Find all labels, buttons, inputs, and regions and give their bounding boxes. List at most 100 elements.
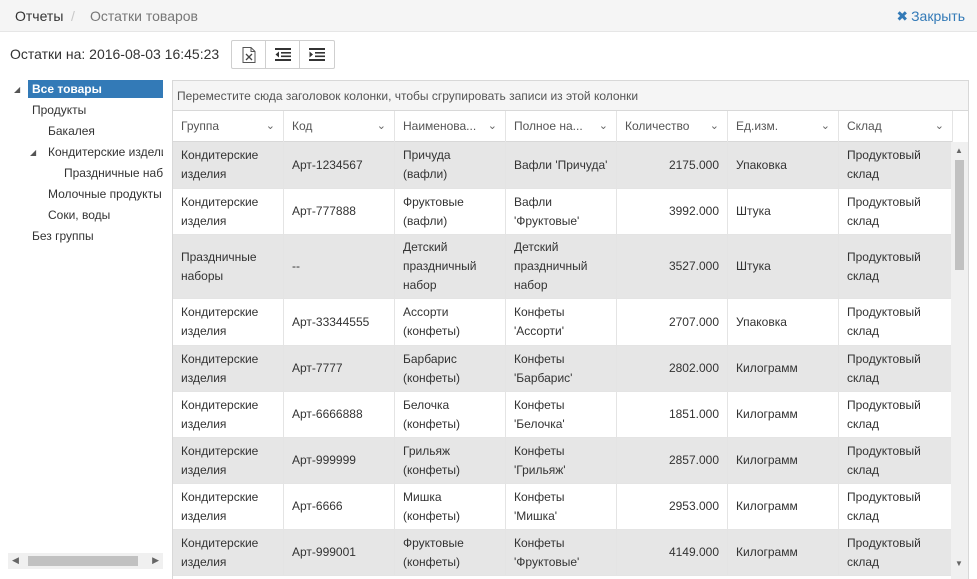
column-header-code[interactable]: Код ⌄ [284, 111, 395, 142]
close-icon: ✖ [896, 8, 909, 24]
cell-full-name: Вафли 'Фруктовые' [506, 189, 617, 234]
collapse-icon[interactable]: ◢ [30, 148, 36, 157]
tree-item-all[interactable]: Все товары [28, 80, 163, 98]
chevron-down-icon[interactable]: ⌄ [710, 111, 719, 142]
export-excel-button[interactable] [232, 41, 266, 68]
column-header-group[interactable]: Группа ⌄ [173, 111, 284, 142]
category-tree: Все товары ◢ Продукты Бакалея ◢ Кондитер… [8, 80, 163, 560]
cell-unit: Штука [728, 189, 839, 234]
table-row[interactable]: Кондитерские изделия Арт-777888 Фруктовы… [173, 189, 953, 235]
cell-group: Кондитерские изделия [173, 438, 284, 483]
cell-code: Арт-6666 [284, 484, 395, 529]
column-header-warehouse[interactable]: Склад ⌄ [839, 111, 953, 142]
cell-code: Арт-33344555 [284, 299, 395, 345]
cell-code: -- [284, 235, 395, 298]
column-label: Группа [181, 119, 220, 133]
column-header-name[interactable]: Наименова... ⌄ [395, 111, 506, 142]
cell-unit: Штука [728, 235, 839, 298]
group-panel[interactable]: Переместите сюда заголовок колонки, чтоб… [173, 81, 968, 111]
cell-quantity: 3992.000 [617, 189, 728, 234]
cell-warehouse: Продуктовый склад [839, 392, 953, 437]
cell-warehouse: Продуктовый склад [839, 299, 953, 345]
scroll-up-icon[interactable]: ▲ [955, 146, 963, 155]
close-button[interactable]: ✖ Закрыть [896, 8, 965, 25]
cell-quantity: 2857.000 [617, 438, 728, 483]
tree-item-products[interactable]: Продукты [32, 101, 86, 119]
tree-item-gift-sets[interactable]: Праздничные наборы [64, 164, 163, 182]
cell-name: Грильяж (конфеты) [395, 438, 506, 483]
chevron-down-icon[interactable]: ⌄ [599, 111, 608, 142]
cell-code: Арт-1234567 [284, 142, 395, 188]
cell-full-name: Конфеты 'Ассорти' [506, 299, 617, 345]
cell-group: Кондитерские изделия [173, 484, 284, 529]
cell-group: Кондитерские изделия [173, 142, 284, 188]
table-row[interactable]: Кондитерские изделия Арт-7777 Барбарис (… [173, 346, 953, 392]
top-bar: Отчеты / Остатки товаров ✖ Закрыть [0, 0, 977, 32]
table-row[interactable]: Кондитерские изделия Арт-999999 Грильяж … [173, 438, 953, 484]
outdent-icon [274, 48, 291, 61]
tree-item-grocery[interactable]: Бакалея [48, 122, 95, 140]
grid-vertical-scrollbar[interactable]: ▲ ▼ [951, 142, 968, 579]
scroll-down-icon[interactable]: ▼ [955, 559, 963, 568]
tree-item-juices[interactable]: Соки, воды [48, 206, 110, 224]
cell-group: Кондитерские изделия [173, 530, 284, 575]
tree-horizontal-scrollbar[interactable]: ◀ ▶ [8, 553, 163, 569]
table-row[interactable]: Кондитерские изделия Арт-33344555 Ассорт… [173, 299, 953, 346]
chevron-down-icon[interactable]: ⌄ [821, 111, 830, 142]
cell-warehouse: Продуктовый склад [839, 142, 953, 188]
close-label: Закрыть [911, 8, 965, 24]
column-label: Ед.изм. [736, 119, 779, 133]
cell-unit: Килограмм [728, 484, 839, 529]
breadcrumb-reports[interactable]: Отчеты [15, 8, 63, 24]
table-row[interactable]: Кондитерские изделия Арт-999001 Фруктовы… [173, 530, 953, 576]
chevron-down-icon[interactable]: ⌄ [266, 111, 275, 142]
scroll-left-icon[interactable]: ◀ [12, 555, 19, 566]
tree-item-no-group[interactable]: Без группы [32, 227, 94, 245]
tree-item-confectionery[interactable]: Кондитерские изделия [48, 143, 163, 161]
cell-full-name: Вафли 'Причуда' [506, 142, 617, 188]
cell-warehouse: Продуктовый склад [839, 530, 953, 575]
collapse-icon[interactable]: ◢ [14, 85, 20, 94]
table-row[interactable]: Кондитерские изделия Арт-1234567 Причуда… [173, 142, 953, 189]
excel-icon [242, 46, 255, 63]
column-header-full-name[interactable]: Полное на... ⌄ [506, 111, 617, 142]
chevron-down-icon[interactable]: ⌄ [488, 111, 497, 142]
chevron-down-icon[interactable]: ⌄ [377, 111, 386, 142]
cell-full-name: Конфеты 'Барбарис' [506, 346, 617, 391]
table-row[interactable]: Кондитерские изделия Арт-6666888 Белочка… [173, 392, 953, 438]
cell-unit: Упаковка [728, 299, 839, 345]
cell-quantity: 2175.000 [617, 142, 728, 188]
cell-group: Кондитерские изделия [173, 392, 284, 437]
column-header-unit[interactable]: Ед.изм. ⌄ [728, 111, 839, 142]
table-row[interactable]: Праздничные наборы -- Детский праздничны… [173, 235, 953, 299]
cell-unit: Упаковка [728, 142, 839, 188]
cell-name: Барбарис (конфеты) [395, 346, 506, 391]
breadcrumb-separator: / [71, 8, 75, 24]
table-row[interactable]: Кондитерские изделия Арт-6666 Мишка (кон… [173, 484, 953, 530]
indent-icon [309, 48, 325, 61]
cell-warehouse: Продуктовый склад [839, 438, 953, 483]
tree-item-dairy[interactable]: Молочные продукты [48, 185, 162, 203]
cell-name: Детский праздничный набор [395, 235, 506, 298]
scroll-thumb[interactable] [955, 160, 964, 270]
chevron-down-icon[interactable]: ⌄ [935, 111, 944, 142]
stock-date-label: Остатки на: 2016-08-03 16:45:23 [10, 46, 220, 62]
scroll-thumb[interactable] [28, 556, 138, 566]
scroll-right-icon[interactable]: ▶ [152, 555, 159, 566]
cell-full-name: Конфеты 'Белочка' [506, 392, 617, 437]
column-label: Полное на... [514, 119, 583, 133]
cell-warehouse: Продуктовый склад [839, 189, 953, 234]
cell-name: Фруктовые (конфеты) [395, 530, 506, 575]
outdent-button[interactable] [266, 41, 300, 68]
cell-code: Арт-999999 [284, 438, 395, 483]
cell-group: Кондитерские изделия [173, 346, 284, 391]
grid-header: Группа ⌄ Код ⌄ Наименова... ⌄ Полное на... ⌄… [173, 111, 953, 142]
cell-name: Ассорти (конфеты) [395, 299, 506, 345]
cell-unit: Килограмм [728, 392, 839, 437]
cell-quantity: 2707.000 [617, 299, 728, 345]
indent-button[interactable] [300, 41, 334, 68]
cell-warehouse: Продуктовый склад [839, 346, 953, 391]
column-header-quantity[interactable]: Количество ⌄ [617, 111, 728, 142]
cell-quantity: 2802.000 [617, 346, 728, 391]
cell-code: Арт-999001 [284, 530, 395, 575]
